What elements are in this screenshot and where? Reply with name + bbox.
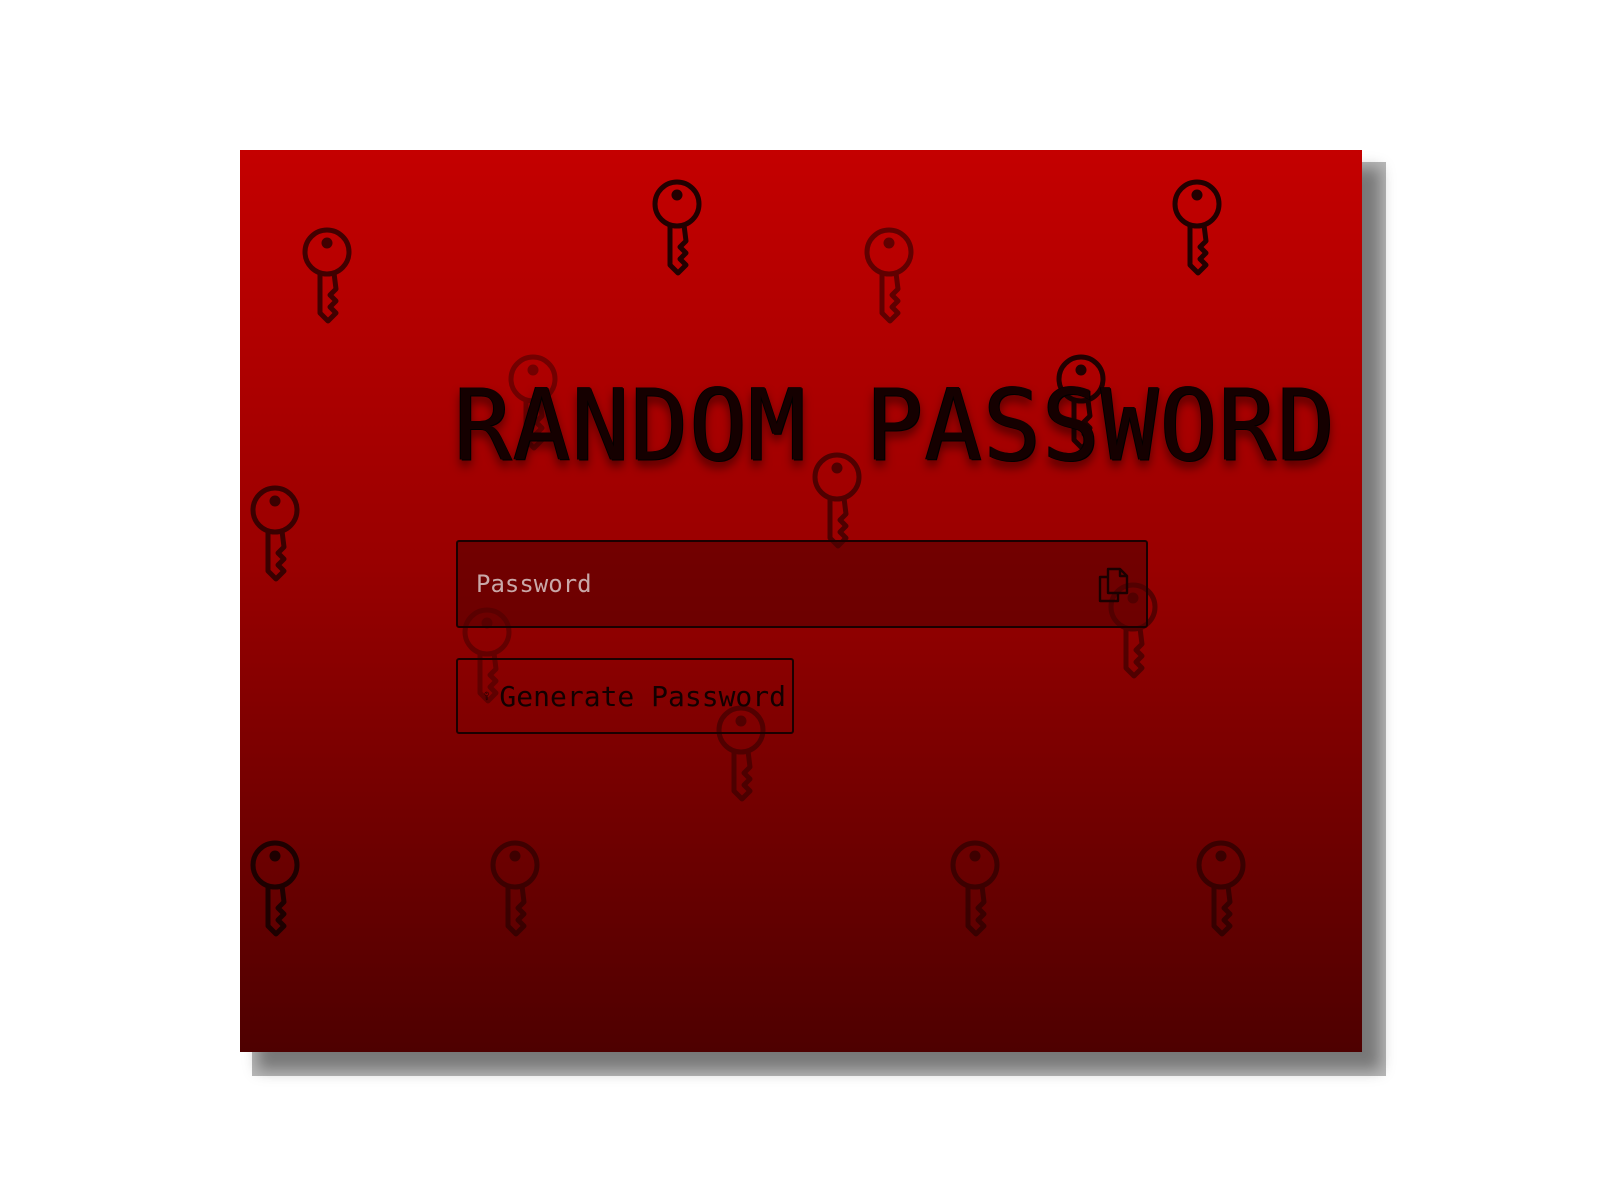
key-icon <box>950 840 1000 937</box>
password-input[interactable] <box>476 542 1076 626</box>
key-icon <box>250 840 300 937</box>
key-icon <box>1172 179 1222 276</box>
password-field <box>456 540 1148 628</box>
generate-password-button[interactable]: Generate Password <box>456 658 794 734</box>
key-icon <box>1196 840 1246 937</box>
password-generator-card: RANDOM PASSWORD Generate Password <box>240 150 1362 1052</box>
key-icon <box>250 485 300 582</box>
key-icon <box>864 227 914 324</box>
page-title: RANDOM PASSWORD <box>454 368 1336 484</box>
key-icon <box>652 179 702 276</box>
key-icon <box>490 840 540 937</box>
key-icon <box>302 227 352 324</box>
copy-icon <box>1098 567 1129 603</box>
copy-button[interactable] <box>1096 566 1130 604</box>
key-icon <box>484 691 489 701</box>
generate-password-label: Generate Password <box>499 679 786 713</box>
